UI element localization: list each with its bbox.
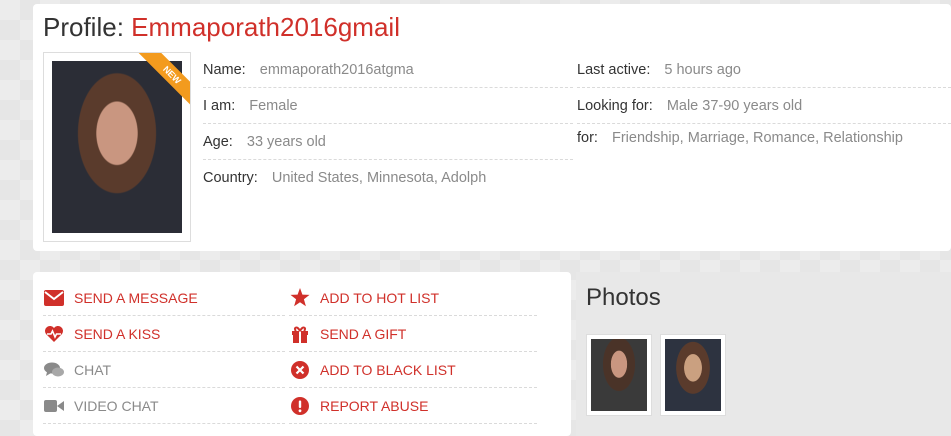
- detail-label: Looking for:: [577, 98, 653, 114]
- send-gift-button[interactable]: Send a gift: [289, 316, 537, 352]
- detail-row-age: Age: 33 years old: [203, 124, 573, 160]
- add-to-hot-list-button[interactable]: Add to hot list: [289, 280, 537, 316]
- action-label: Add to black list: [320, 361, 456, 378]
- detail-value: United States, Minnesota, Adolph: [271, 170, 487, 186]
- profile-username: Emmaporath2016gmail: [131, 12, 400, 42]
- detail-row-last-active: Last active: 5 hours ago: [577, 52, 951, 88]
- photo-image: [591, 339, 647, 411]
- detail-label: Last active:: [577, 62, 651, 78]
- chat-bubbles-icon: [43, 359, 65, 381]
- heart-pulse-icon: [43, 323, 65, 345]
- photo-thumbnail[interactable]: [586, 334, 652, 416]
- avatar[interactable]: NEW: [43, 52, 191, 242]
- send-message-button[interactable]: Send a message: [43, 280, 285, 316]
- detail-row-gender: I am: Female: [203, 88, 573, 124]
- action-label: Add to hot list: [320, 289, 440, 306]
- detail-row-for: for: Friendship, Marriage, Romance, Rela…: [577, 124, 951, 160]
- detail-row-country: Country: United States, Minnesota, Adolp…: [203, 160, 573, 196]
- detail-label: Name:: [203, 62, 246, 78]
- detail-row-name: Name: emmaporath2016atgma: [203, 52, 573, 88]
- detail-value: 5 hours ago: [664, 62, 741, 78]
- action-label: Chat: [74, 361, 112, 378]
- actions-column-right: Add to hot list Send a gift Add to black…: [289, 280, 537, 424]
- photos-heading: Photos: [586, 284, 661, 311]
- detail-value: Female: [249, 98, 298, 114]
- action-label: Video chat: [74, 397, 159, 414]
- close-circle-icon: [289, 359, 311, 381]
- detail-label: Country:: [203, 170, 258, 186]
- action-label: Send a kiss: [74, 325, 161, 342]
- detail-value: Friendship, Marriage, Romance, Relations…: [611, 130, 903, 146]
- photo-image: [665, 339, 721, 411]
- photos-card: Photos: [576, 272, 951, 436]
- detail-label: I am:: [203, 98, 236, 114]
- add-to-black-list-button[interactable]: Add to black list: [289, 352, 537, 388]
- envelope-icon: [43, 287, 65, 309]
- profile-details-right: Last active: 5 hours ago Looking for: Ma…: [577, 52, 951, 160]
- profile-card: Profile: Emmaporath2016gmail NEW Name: e…: [33, 4, 951, 251]
- action-label: Send a gift: [320, 325, 407, 342]
- video-camera-icon: [43, 395, 65, 417]
- photo-thumbnails: [586, 334, 726, 416]
- report-abuse-button[interactable]: Report abuse: [289, 388, 537, 424]
- send-kiss-button[interactable]: Send a kiss: [43, 316, 285, 352]
- actions-card: Send a message Send a kiss Chat Video ch…: [33, 272, 571, 436]
- profile-details-left: Name: emmaporath2016atgma I am: Female A…: [203, 52, 573, 196]
- detail-label: Age:: [203, 134, 233, 150]
- detail-value: emmaporath2016atgma: [259, 62, 414, 78]
- video-chat-button[interactable]: Video chat: [43, 388, 285, 424]
- gift-icon: [289, 323, 311, 345]
- page-title: Profile: Emmaporath2016gmail: [43, 12, 400, 43]
- avatar-image: [52, 61, 182, 233]
- detail-row-looking-for: Looking for: Male 37-90 years old: [577, 88, 951, 124]
- actions-column-left: Send a message Send a kiss Chat Video ch…: [43, 280, 285, 424]
- title-prefix: Profile:: [43, 12, 124, 42]
- chat-button[interactable]: Chat: [43, 352, 285, 388]
- exclamation-circle-icon: [289, 395, 311, 417]
- photo-thumbnail[interactable]: [660, 334, 726, 416]
- action-label: Report abuse: [320, 397, 429, 414]
- detail-value: Male 37-90 years old: [666, 98, 803, 114]
- detail-value: 33 years old: [246, 134, 326, 150]
- detail-label: for:: [577, 130, 598, 146]
- action-label: Send a message: [74, 289, 198, 306]
- star-icon: [289, 287, 311, 309]
